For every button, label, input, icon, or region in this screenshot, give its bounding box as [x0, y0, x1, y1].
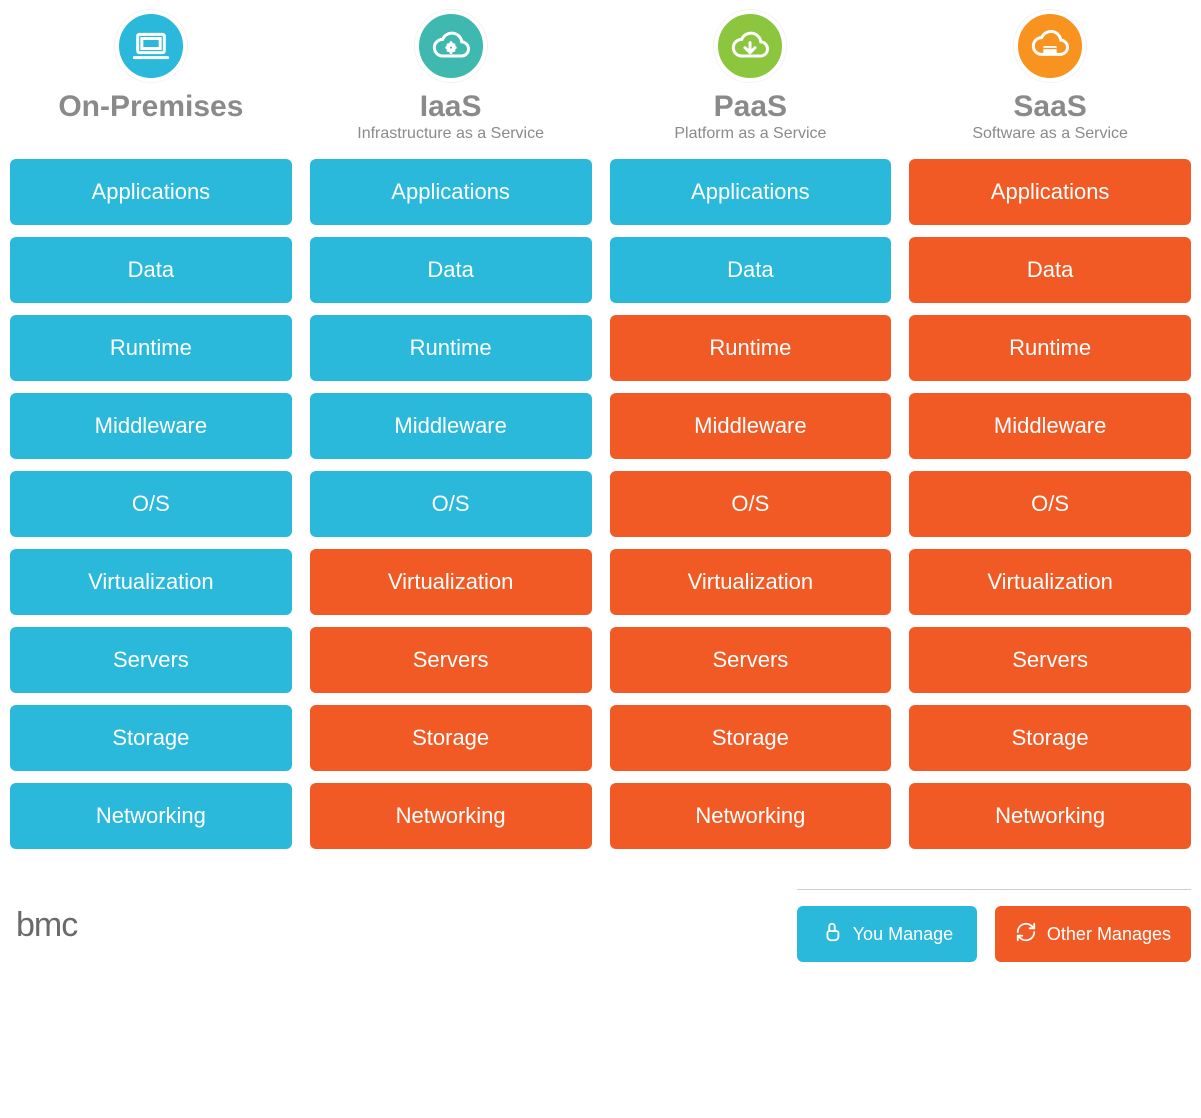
legend: You Manage Other Manages: [797, 906, 1191, 962]
column-title-iaas: IaaS: [310, 90, 592, 123]
bmc-logo-text: bmc: [16, 906, 77, 945]
column-title-saas: SaaS: [909, 90, 1191, 123]
column-subtitle-iaas: Infrastructure as a Service: [310, 125, 592, 145]
layer-saas-storage: Storage: [909, 705, 1191, 771]
layer-paas-middleware: Middleware: [610, 393, 892, 459]
stack-onprem: Applications Data Runtime Middleware O/S Virt…: [10, 159, 292, 849]
layer-iaas-virtualization: Virtualization: [310, 549, 592, 615]
layer-saas-networking: Networking: [909, 783, 1191, 849]
layer-saas-servers: Servers: [909, 627, 1191, 693]
cloud-download-icon: [714, 10, 786, 82]
refresh-icon: [1015, 921, 1037, 948]
layer-onprem-middleware: Middleware: [10, 393, 292, 459]
layer-onprem-networking: Networking: [10, 783, 292, 849]
column-subtitle-saas: Software as a Service: [909, 125, 1191, 145]
layer-paas-storage: Storage: [610, 705, 892, 771]
column-header-iaas: IaaSInfrastructure as a Service: [310, 10, 592, 145]
legend-other-manages: Other Manages: [995, 906, 1191, 962]
layer-saas-o-s: O/S: [909, 471, 1191, 537]
layer-onprem-storage: Storage: [10, 705, 292, 771]
layer-paas-o-s: O/S: [610, 471, 892, 537]
legend-you-label: You Manage: [853, 924, 953, 945]
layer-iaas-middleware: Middleware: [310, 393, 592, 459]
layer-saas-data: Data: [909, 237, 1191, 303]
stack-paas: Applications Data Runtime Middleware O/S Virt…: [610, 159, 892, 849]
stack-iaas: Applications Data Runtime Middleware O/S Virt…: [310, 159, 592, 849]
legend-you-manage: You Manage: [797, 906, 977, 962]
layer-saas-applications: Applications: [909, 159, 1191, 225]
bmc-logo: bmc: [10, 906, 77, 945]
layer-iaas-storage: Storage: [310, 705, 592, 771]
cloud-browser-icon: [1014, 10, 1086, 82]
legend-divider: [797, 889, 1191, 890]
layer-onprem-data: Data: [10, 237, 292, 303]
layer-onprem-runtime: Runtime: [10, 315, 292, 381]
layer-iaas-servers: Servers: [310, 627, 592, 693]
layer-iaas-applications: Applications: [310, 159, 592, 225]
layer-iaas-runtime: Runtime: [310, 315, 592, 381]
layer-iaas-data: Data: [310, 237, 592, 303]
layer-paas-applications: Applications: [610, 159, 892, 225]
pointer-icon: [821, 921, 843, 948]
column-subtitle-onprem: [10, 125, 292, 145]
service-model-grid: On-Premises IaaSInfrastructure as a Servi…: [10, 10, 1191, 849]
layer-onprem-applications: Applications: [10, 159, 292, 225]
column-title-onprem: On-Premises: [10, 90, 292, 123]
layer-iaas-o-s: O/S: [310, 471, 592, 537]
layer-saas-runtime: Runtime: [909, 315, 1191, 381]
footer: bmc You Manage: [10, 889, 1191, 962]
layer-iaas-networking: Networking: [310, 783, 592, 849]
layer-paas-servers: Servers: [610, 627, 892, 693]
column-header-saas: SaaSSoftware as a Service: [909, 10, 1191, 145]
column-title-paas: PaaS: [610, 90, 892, 123]
layer-saas-virtualization: Virtualization: [909, 549, 1191, 615]
layer-saas-middleware: Middleware: [909, 393, 1191, 459]
layer-paas-runtime: Runtime: [610, 315, 892, 381]
layer-paas-virtualization: Virtualization: [610, 549, 892, 615]
layer-paas-data: Data: [610, 237, 892, 303]
layer-onprem-servers: Servers: [10, 627, 292, 693]
layer-onprem-o-s: O/S: [10, 471, 292, 537]
laptop-icon: [115, 10, 187, 82]
stack-saas: Applications Data Runtime Middleware O/S Virt…: [909, 159, 1191, 849]
layer-paas-networking: Networking: [610, 783, 892, 849]
column-header-paas: PaaSPlatform as a Service: [610, 10, 892, 145]
column-subtitle-paas: Platform as a Service: [610, 125, 892, 145]
cloud-gear-icon: [415, 10, 487, 82]
legend-other-label: Other Manages: [1047, 924, 1171, 945]
layer-onprem-virtualization: Virtualization: [10, 549, 292, 615]
column-header-onprem: On-Premises: [10, 10, 292, 145]
